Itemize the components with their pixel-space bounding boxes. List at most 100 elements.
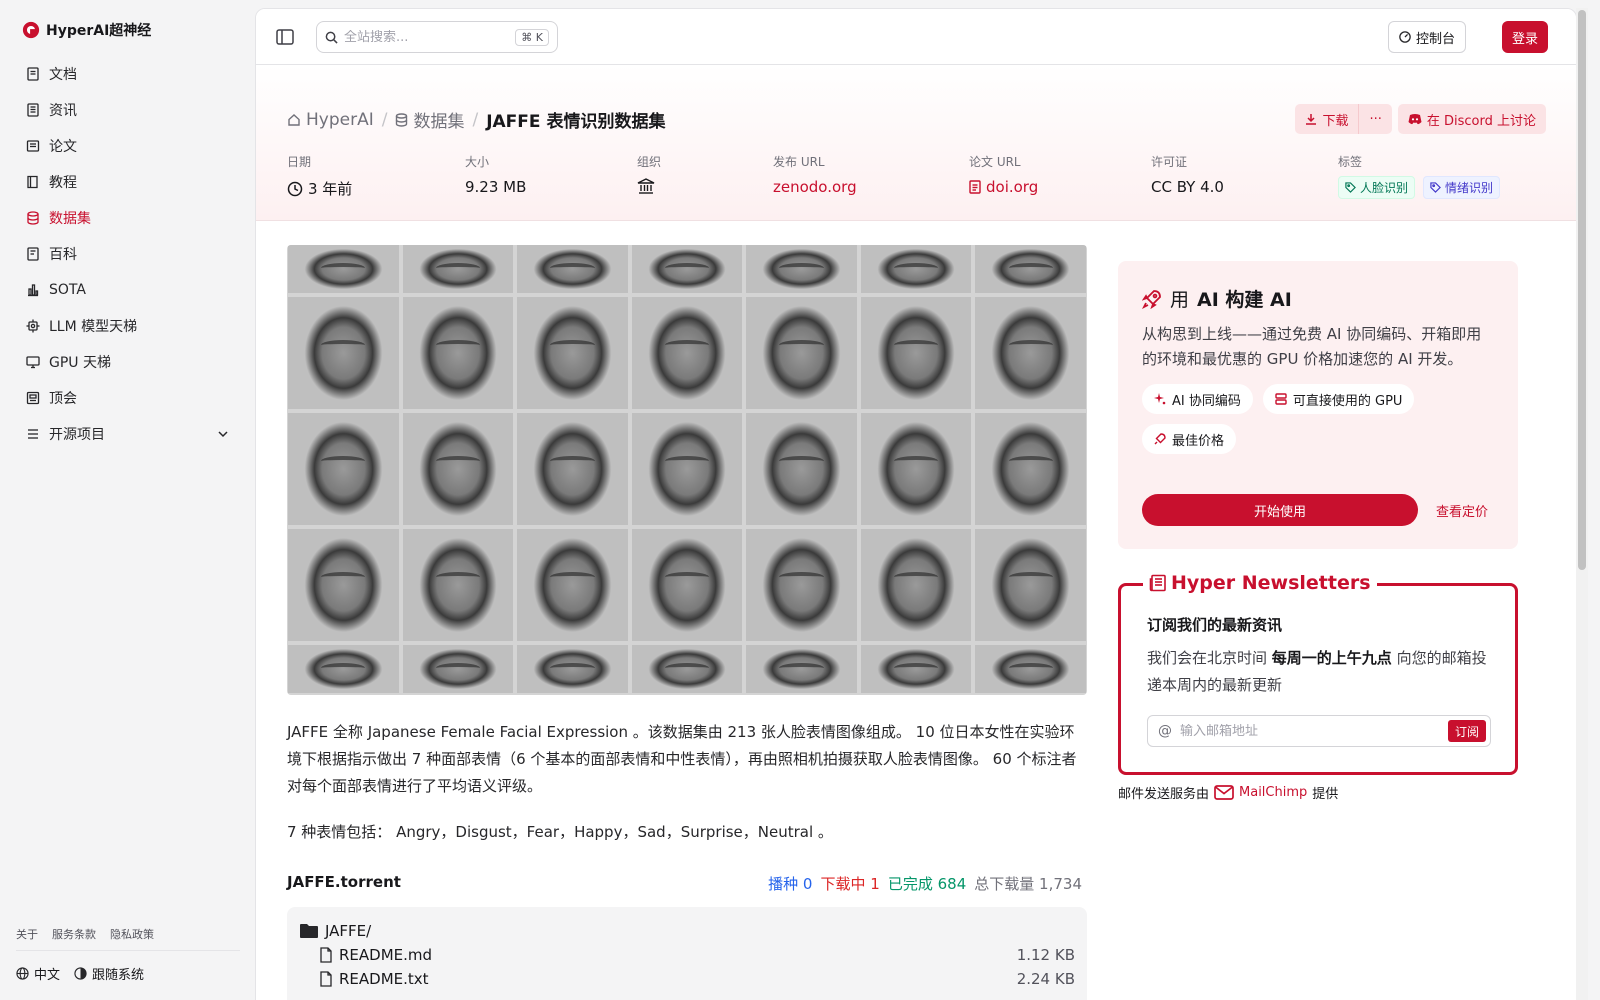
face-photo bbox=[746, 413, 857, 525]
privacy-link[interactable]: 隐私政策 bbox=[110, 926, 154, 942]
release-url-link[interactable]: zenodo.org bbox=[773, 178, 857, 196]
conference-icon bbox=[26, 391, 40, 405]
language-switcher[interactable]: 中文 bbox=[16, 964, 60, 983]
sidebar-item-label: 论文 bbox=[49, 139, 77, 155]
meta-paper-url: 论文 URL doi.org bbox=[969, 153, 1038, 196]
tag-icon bbox=[1345, 182, 1356, 193]
file-row[interactable]: README.txt 2.24 KB bbox=[299, 967, 1075, 991]
dataset-expressions: 7 种表情包括： Angry，Disgust，Fear，Happy，Sad，Su… bbox=[287, 823, 833, 841]
meta-size: 大小 9.23 MB bbox=[465, 153, 526, 196]
file-name: README.md bbox=[339, 946, 433, 964]
newsletter-card: Hyper Newsletters 订阅我们的最新资讯 我们会在北京时间 每周一… bbox=[1118, 572, 1518, 775]
login-button[interactable]: 登录 bbox=[1501, 21, 1548, 53]
tag-face-recognition[interactable]: 人脸识别 bbox=[1338, 176, 1416, 199]
more-options-button[interactable]: ··· bbox=[1359, 104, 1392, 134]
sidebar-item-1[interactable]: 资讯 bbox=[14, 92, 242, 128]
about-link[interactable]: 关于 bbox=[16, 926, 38, 942]
breadcrumb: HyperAI / 数据集 / JAFFE 表情识别数据集 bbox=[287, 107, 665, 132]
ai-title-prefix: 用 bbox=[1170, 289, 1190, 311]
scrollbar-thumb[interactable] bbox=[1578, 10, 1586, 570]
face-photo bbox=[746, 297, 857, 409]
meta-paper-label: 论文 URL bbox=[969, 155, 1021, 169]
face-photo bbox=[746, 645, 857, 693]
subscribe-button[interactable]: 订阅 bbox=[1447, 720, 1486, 742]
sidebar-divider bbox=[16, 950, 240, 951]
tags-list: 人脸识别 情绪识别 bbox=[1338, 176, 1501, 199]
terms-link[interactable]: 服务条款 bbox=[52, 926, 96, 942]
face-photo bbox=[288, 297, 399, 409]
meta-tags-label: 标签 bbox=[1338, 155, 1363, 169]
sidebar-item-label: 顶会 bbox=[49, 391, 77, 407]
dataset-actions: 下载 ··· 在 Discord 上讨论 bbox=[1295, 104, 1546, 134]
tag-emotion-recognition[interactable]: 情绪识别 bbox=[1423, 176, 1501, 199]
global-search[interactable]: ⌘ K bbox=[316, 21, 558, 53]
console-button[interactable]: 控制台 bbox=[1387, 21, 1466, 53]
chip-gpu: 可直接使用的 GPU bbox=[1262, 384, 1415, 414]
meta-size-label: 大小 bbox=[465, 155, 490, 169]
discord-icon bbox=[1408, 114, 1422, 125]
paper-url-link[interactable]: doi.org bbox=[969, 178, 1038, 196]
meta-release-label: 发布 URL bbox=[773, 155, 825, 169]
sidebar-item-9[interactable]: 顶会 bbox=[14, 380, 242, 416]
folder-row[interactable]: JAFFE/ bbox=[299, 919, 1075, 943]
file-icon bbox=[320, 971, 332, 987]
view-pricing-link[interactable]: 查看定价 bbox=[1436, 501, 1488, 520]
paper-url-text: doi.org bbox=[986, 178, 1039, 196]
list-icon bbox=[28, 429, 38, 439]
dashboard-icon bbox=[1399, 31, 1411, 43]
download-label: 下载 bbox=[1322, 113, 1349, 129]
discord-button[interactable]: 在 Discord 上讨论 bbox=[1397, 104, 1546, 134]
page-scrollbar[interactable] bbox=[1576, 8, 1588, 1000]
chip-label: 最佳价格 bbox=[1172, 433, 1225, 449]
search-input[interactable] bbox=[344, 29, 510, 45]
get-started-button[interactable]: 开始使用 bbox=[1142, 494, 1418, 526]
theme-switcher[interactable]: 跟随系统 bbox=[74, 964, 144, 983]
chip-label: AI 协同编码 bbox=[1172, 393, 1241, 409]
breadcrumb-home[interactable]: HyperAI bbox=[287, 110, 374, 130]
tag-label: 人脸识别 bbox=[1360, 181, 1409, 195]
download-button[interactable]: 下载 bbox=[1295, 104, 1360, 134]
tag-icon bbox=[1430, 182, 1441, 193]
newsletter-desc: 我们会在北京时间 每周一的上午九点 向您的邮箱投递本周内的最新更新 bbox=[1147, 645, 1489, 699]
file-row[interactable]: README.md 1.12 KB bbox=[299, 943, 1075, 967]
institution-icon[interactable] bbox=[637, 178, 655, 194]
face-photo bbox=[402, 529, 514, 641]
face-photo bbox=[631, 297, 743, 409]
sidebar-item-2[interactable]: 论文 bbox=[14, 128, 242, 164]
done-count: 684 bbox=[937, 875, 967, 893]
sidebar-toggle-icon[interactable] bbox=[276, 29, 294, 45]
face-photo bbox=[860, 297, 972, 409]
mail-provider-note: 邮件发送服务由 MailChimp 提供 bbox=[1118, 783, 1338, 802]
sidebar-item-0[interactable]: 文档 bbox=[14, 56, 242, 92]
brand-name: HyperAI超神经 bbox=[46, 23, 152, 39]
dataset-header: HyperAI / 数据集 / JAFFE 表情识别数据集 下载 ··· 在 D… bbox=[256, 65, 1576, 221]
wiki-icon bbox=[27, 247, 39, 261]
home-icon bbox=[288, 113, 300, 126]
email-input[interactable] bbox=[1180, 723, 1440, 739]
face-photo bbox=[402, 413, 514, 525]
breadcrumb-datasets[interactable]: 数据集 bbox=[395, 107, 464, 132]
tag-label: 情绪识别 bbox=[1445, 181, 1494, 195]
face-photo bbox=[517, 413, 628, 525]
mailchimp-link[interactable]: MailChimp bbox=[1239, 785, 1307, 800]
sidebar-item-6[interactable]: SOTA bbox=[14, 272, 242, 308]
face-photo bbox=[517, 529, 628, 641]
breadcrumb-separator: / bbox=[381, 109, 388, 130]
face-photo bbox=[631, 245, 743, 293]
face-photo bbox=[517, 245, 628, 293]
breadcrumb-datasets-label: 数据集 bbox=[413, 112, 465, 132]
sidebar-item-8[interactable]: GPU 天梯 bbox=[14, 344, 242, 380]
meta-org-value bbox=[637, 178, 661, 194]
sidebar-item-5[interactable]: 百科 bbox=[14, 236, 242, 272]
ai-promo-actions: 开始使用 查看定价 bbox=[1142, 494, 1488, 526]
meta-license: 许可证 CC BY 4.0 bbox=[1151, 153, 1224, 196]
seed-count: 0 bbox=[802, 875, 813, 893]
sidebar-item-10[interactable]: 开源项目 bbox=[14, 416, 242, 452]
sidebar-item-7[interactable]: LLM 模型天梯 bbox=[14, 308, 242, 344]
chevron-down-icon[interactable] bbox=[216, 427, 230, 441]
sidebar-item-4[interactable]: 数据集 bbox=[14, 200, 242, 236]
sidebar-item-3[interactable]: 教程 bbox=[14, 164, 242, 200]
brand[interactable]: HyperAI超神经 bbox=[22, 20, 151, 40]
newsletter-title-text: Hyper Newsletters bbox=[1171, 572, 1371, 594]
download-icon bbox=[1306, 114, 1317, 125]
